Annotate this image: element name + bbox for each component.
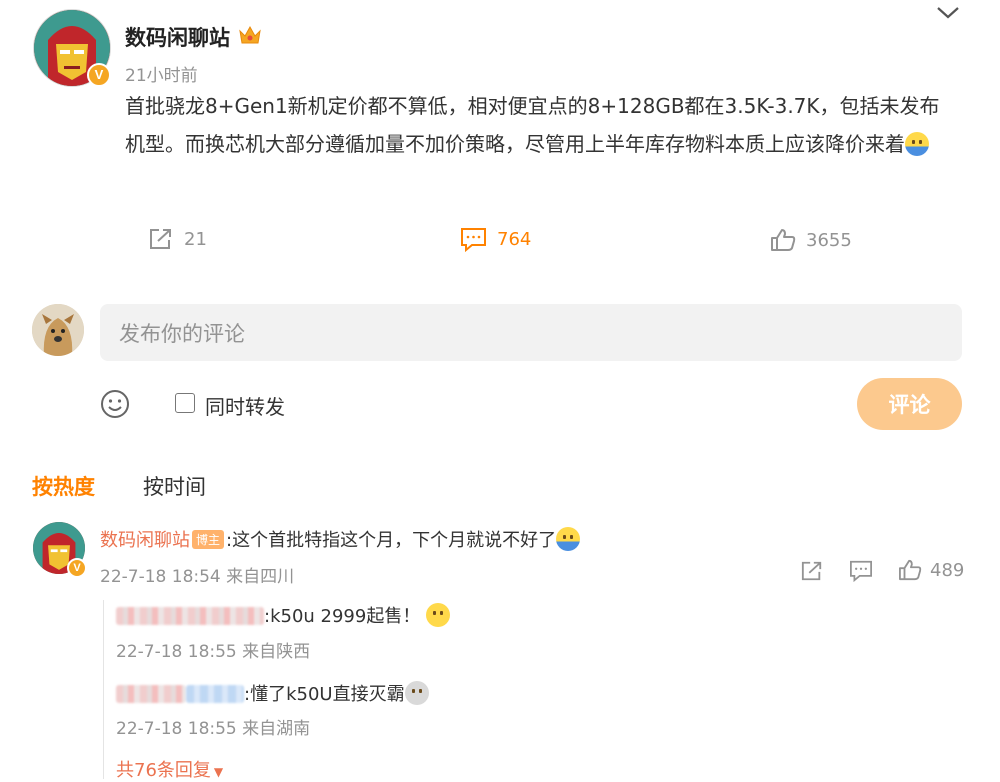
reply-text: :懂了k50U直接灭霸	[244, 684, 405, 705]
post-author-name[interactable]: 数码闲聊站	[125, 22, 230, 52]
commenter-name[interactable]: 数码闲聊站	[100, 530, 190, 551]
blurred-mention[interactable]	[186, 685, 244, 703]
caret-down-icon: ▼	[213, 765, 224, 779]
my-avatar[interactable]	[32, 304, 84, 356]
reply-meta: 22-7-18 18:55 来自湖南	[116, 719, 311, 739]
reply-meta: 22-7-18 18:55 来自陕西	[116, 642, 311, 662]
chevron-down-icon[interactable]	[936, 5, 960, 21]
submit-comment-button[interactable]: 评论	[857, 378, 962, 430]
post-content-text: 首批骁龙8+Gen1新机定价都不算低，相对便宜点的8+128GB都在3.5K-3…	[125, 94, 940, 156]
verified-badge-icon: V	[87, 63, 111, 87]
author-avatar[interactable]: V	[33, 9, 111, 87]
repost-button[interactable]: 21	[148, 227, 207, 251]
emoji-icon	[426, 603, 451, 627]
post-content: 首批骁龙8+Gen1新机定价都不算低，相对便宜点的8+128GB都在3.5K-3…	[125, 87, 955, 163]
blurred-username[interactable]	[116, 607, 264, 625]
comment-text: :这个首批特指这个月，下个月就说不好了	[226, 530, 557, 551]
reply-text: :k50u 2999起售！	[264, 606, 421, 627]
more-replies-label: 共76条回复	[116, 760, 211, 781]
comment-meta: 22-7-18 18:54 来自四川	[100, 567, 295, 587]
blogger-badge: 博主	[192, 530, 225, 549]
like-button[interactable]: 3655	[770, 228, 852, 252]
comment-icon	[460, 227, 487, 252]
repost-count: 21	[184, 228, 207, 250]
emoji-picker-icon[interactable]	[100, 389, 130, 419]
reply-item: :k50u 2999起售！	[116, 602, 451, 628]
repost-icon	[148, 227, 174, 251]
tab-sort-time[interactable]: 按时间	[143, 471, 206, 501]
tab-sort-hot[interactable]: 按热度	[32, 471, 95, 501]
emoji-icon	[556, 527, 581, 551]
comment-repost-icon[interactable]	[800, 560, 824, 582]
emoji-icon	[404, 681, 429, 705]
verified-badge-icon: V	[67, 558, 87, 578]
comment-line: 数码闲聊站 博主:这个首批特指这个月，下个月就说不好了	[100, 526, 581, 552]
comment-reply-icon[interactable]	[849, 560, 873, 582]
like-count: 3655	[806, 229, 852, 251]
reply-item: :懂了k50U直接灭霸	[116, 680, 429, 706]
comment-button[interactable]: 764	[460, 227, 531, 252]
post-time[interactable]: 21小时前	[125, 61, 198, 86]
comment-count: 764	[497, 229, 532, 250]
commenter-avatar[interactable]: V	[33, 522, 87, 578]
comment-input[interactable]: 发布你的评论	[100, 304, 962, 361]
blurred-username[interactable]	[116, 685, 186, 703]
comment-like-button[interactable]: 489	[898, 559, 964, 581]
emoji-icon	[905, 132, 929, 156]
repost-checkbox[interactable]	[175, 393, 195, 413]
comment-like-count: 489	[930, 559, 965, 581]
crown-icon	[238, 24, 262, 46]
reply-thread	[103, 600, 106, 779]
like-icon	[898, 559, 922, 581]
like-icon	[770, 228, 796, 252]
more-replies-link[interactable]: 共76条回复 ▼	[116, 756, 223, 782]
repost-checkbox-label[interactable]: 同时转发	[205, 391, 285, 420]
comment-input-placeholder: 发布你的评论	[119, 321, 245, 346]
